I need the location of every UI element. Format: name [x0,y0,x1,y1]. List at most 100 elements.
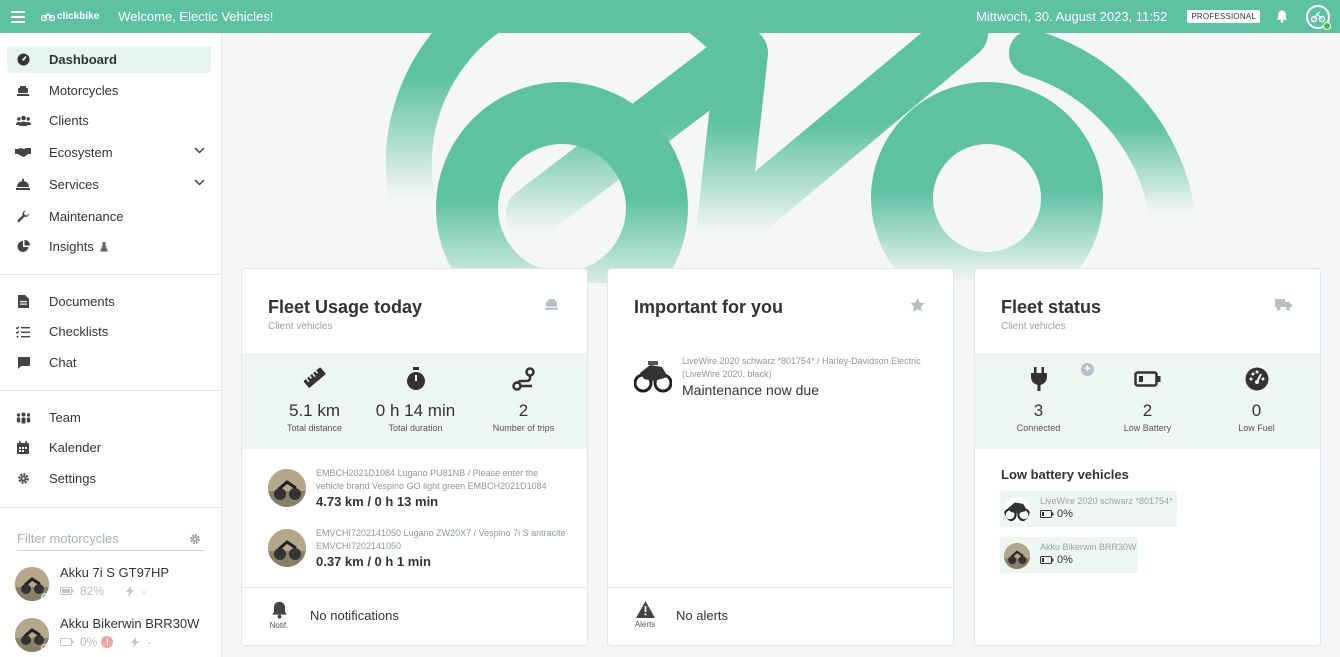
filter-motorcycles-input[interactable] [17,530,177,546]
low-battery-item[interactable]: LiveWire 2020 schwarz *801754* 0% [1000,491,1177,527]
alerts-footer[interactable]: Alerts No alerts [608,587,953,645]
stat-connected[interactable]: + 3 Connected [981,353,1096,449]
nav-insights[interactable]: Insights [7,233,211,260]
stat-label: Low Fuel [1238,423,1275,433]
battery-icon [60,587,74,595]
alert-description: LiveWire 2020 schwarz *801754* / Harley-… [682,356,921,379]
nav-checklists[interactable]: Checklists [7,318,211,345]
document-icon [15,295,31,308]
menu-icon[interactable] [11,10,25,23]
stat-value: 0 [1251,401,1262,420]
gear-icon [15,472,31,485]
pie-chart-icon [15,240,31,253]
trip-value: 0.37 km / 0 h 1 min [316,554,431,569]
low-battery-item[interactable]: Akku Bikerwin BRR30W 0% [1000,537,1138,573]
stat-label: Number of trips [492,423,555,433]
service-bell-icon [15,179,31,190]
footer-text: No notifications [310,608,399,623]
stat-total-distance: 5.1 km Total distance [257,353,372,449]
nav-motorcycles[interactable]: Motorcycles [7,77,211,104]
battery-empty-icon [1040,510,1054,518]
filter-settings-gear-icon[interactable] [189,533,201,545]
motorcycle-name: Akku 7i S GT97HP [60,565,170,580]
stat-value: 3 [1033,401,1044,420]
card-title: Fleet Usage today [268,297,423,317]
nav-label: Insights [49,239,94,254]
stat-total-duration: 0 h 14 min Total duration [358,353,473,449]
vehicle-name: Akku Bikerwin BRR30W [1040,542,1137,552]
ruler-icon [257,367,372,389]
notifications-bell-icon[interactable] [1276,10,1288,23]
usage-stats: 5.1 km Total distance 0 h 14 min Total d… [242,353,587,449]
stat-value: 0 h 14 min [375,401,456,420]
flask-beta-icon [99,241,108,252]
top-bar: clickbike Welcome, Electic Vehicles! Mit… [0,0,1340,33]
star-icon[interactable] [910,298,925,312]
welcome-text: Welcome, Electic Vehicles! [118,9,274,24]
motorcycle-list-item[interactable]: Akku Bikerwin BRR30W 0% ! - [15,616,215,656]
nav-clients[interactable]: Clients [7,107,211,134]
motorcycle-thumbnail [1004,543,1030,569]
nav-settings[interactable]: Settings [7,465,211,492]
nav-chat[interactable]: Chat [7,349,211,376]
team-icon [15,412,31,424]
important-card: Important for you LiveWire 2020 schwarz … [607,268,954,646]
warning-icon: ! [101,636,114,648]
low-battery-heading: Low battery vehicles [1001,467,1129,482]
nav-divider [0,274,221,275]
fleet-status-card: Fleet status Client vehicles + 3 Connect… [974,268,1321,646]
chevron-down-icon [194,179,205,186]
motorcycle-avatar [15,567,49,601]
nav-label: Dashboard [49,52,117,67]
chevron-down-icon [194,147,205,154]
scooter-icon [15,85,31,97]
nav-ecosystem[interactable]: Ecosystem [7,139,211,166]
alert-title: Maintenance now due [682,382,819,398]
status-stats: + 3 Connected 2 Low Battery 0 Low Fuel [975,353,1320,449]
stat-label: Total distance [286,423,343,433]
nav-dashboard[interactable]: Dashboard [7,46,211,73]
brand-logo[interactable]: clickbike [41,11,99,22]
nav-label: Maintenance [49,209,124,224]
motorcycle-list-item[interactable]: Akku 7i S GT97HP 82% - [15,565,215,605]
nav-documents[interactable]: Documents [7,288,211,315]
bike-logo-icon [41,12,55,21]
nav-label: Kalender [49,440,102,455]
stat-low-battery[interactable]: 2 Low Battery [1090,353,1205,449]
trip-description: EMVCHI7202141050 Lugano ZW20X7 / Vespino… [316,528,566,551]
nav-label: Ecosystem [49,145,113,160]
card-title: Important for you [634,297,783,317]
fleet-usage-card: Fleet Usage today Client vehicles 5.1 km… [241,268,588,646]
motorcycle-thumbnail [1004,497,1030,523]
trip-item[interactable]: EMBCH2021D1084 Lugano PU81NB / Please en… [268,467,568,511]
plan-badge: PROFESSIONAL [1187,10,1260,23]
stat-label: Total duration [388,423,443,433]
user-avatar[interactable] [1306,4,1331,30]
wrench-icon [15,210,31,223]
footer-text: No alerts [676,608,729,623]
motorcycle-name: Akku Bikerwin BRR30W [60,616,200,631]
charge-status: - [142,584,147,598]
card-subtitle: Client vehicles [1001,321,1066,332]
trip-value: 4.73 km / 0 h 13 min [316,494,439,509]
nav-label: Motorcycles [49,83,119,98]
scooter-icon [545,299,558,310]
nav-maintenance[interactable]: Maintenance [7,203,211,230]
motorcycle-avatar [268,469,306,507]
battery-percentage: 0% [1040,554,1073,566]
nav-label: Settings [49,471,96,486]
card-title: Fleet status [1001,297,1102,317]
nav-kalender[interactable]: Kalender [7,434,211,461]
stat-low-fuel[interactable]: 0 Low Fuel [1199,353,1314,449]
notifications-footer[interactable]: Notif. No notifications [242,587,587,645]
handshake-icon [15,147,31,158]
motorcycle-avatar [15,618,49,652]
battery-level: 0% [80,635,98,649]
stat-value: 5.1 km [288,401,341,420]
nav-services[interactable]: Services [7,171,211,198]
nav-label: Checklists [49,324,109,339]
nav-team[interactable]: Team [7,404,211,431]
stat-label: Connected [1016,423,1061,433]
trip-item[interactable]: EMVCHI7202141050 Lugano ZW20X7 / Vespino… [268,527,568,571]
maintenance-alert-item[interactable]: LiveWire 2020 schwarz *801754* / Harley-… [633,355,934,405]
